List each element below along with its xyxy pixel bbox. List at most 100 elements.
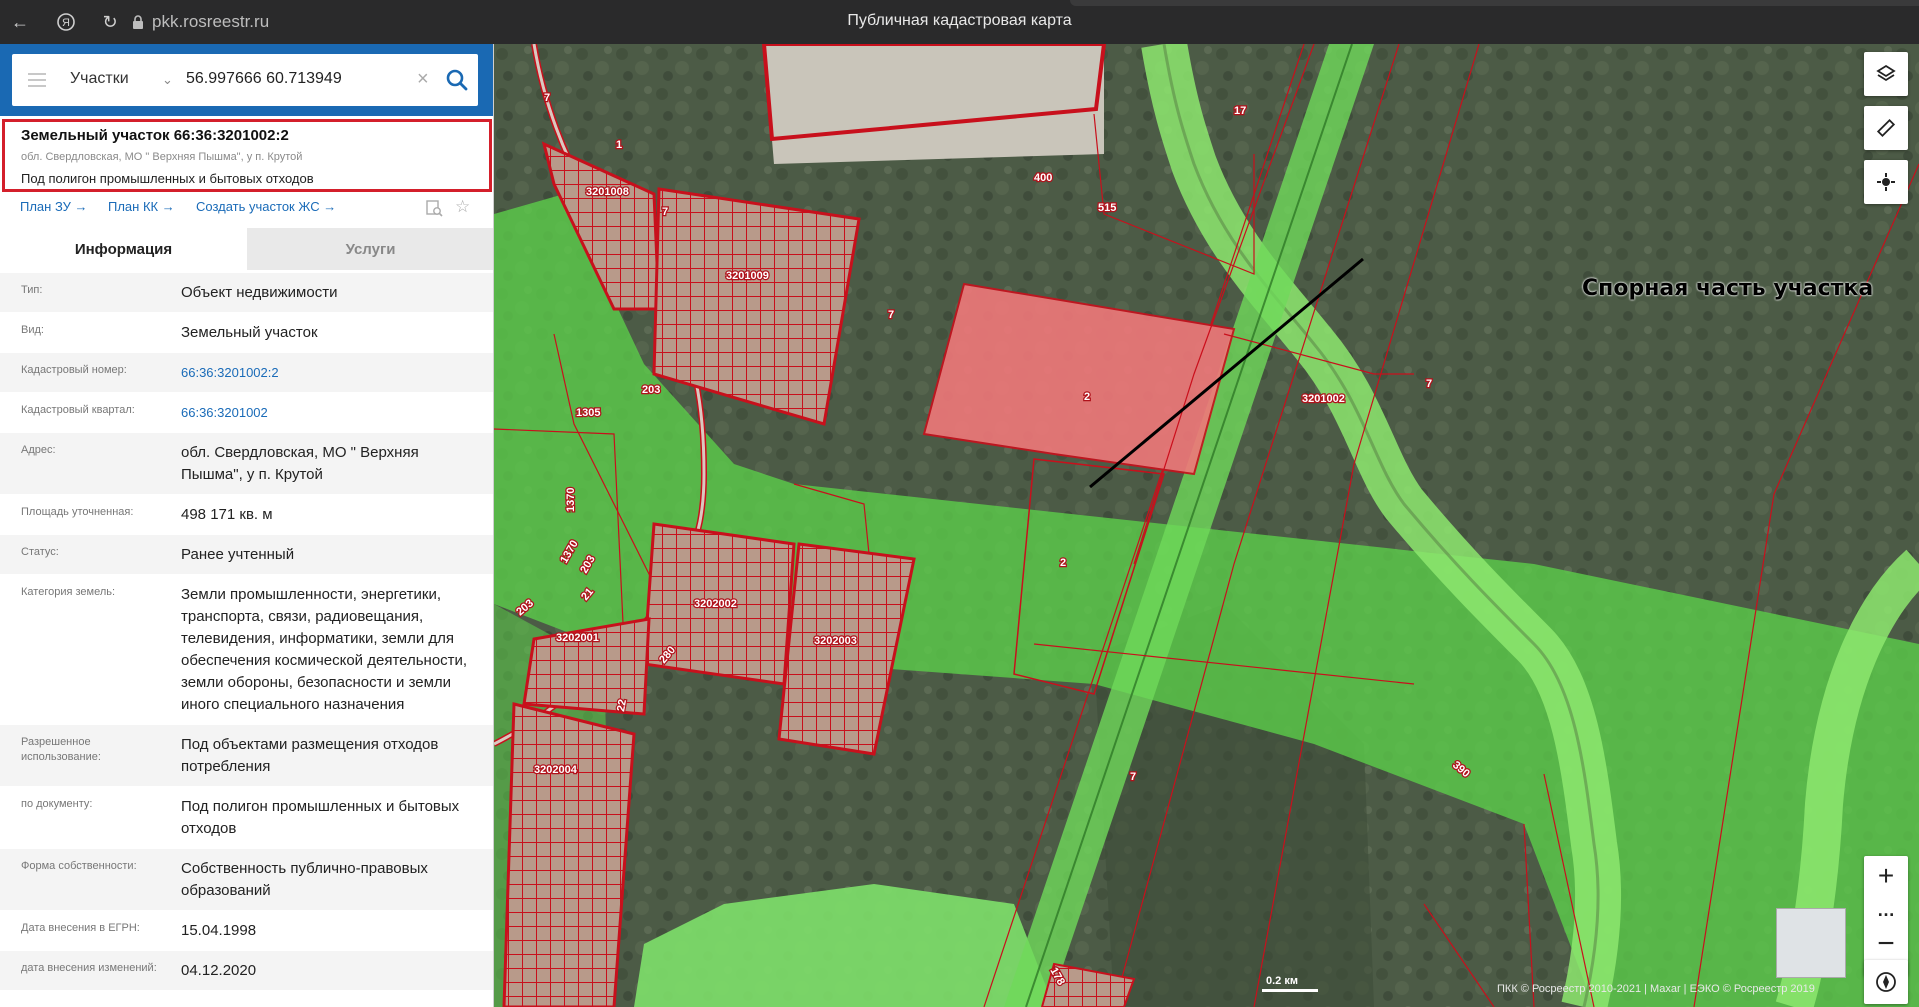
star-icon[interactable]: ☆ [455, 197, 470, 217]
map-label: 1370 [565, 488, 577, 512]
map-label: 3202001 [556, 632, 599, 644]
overview-minimap[interactable] [1776, 908, 1846, 978]
more-icon[interactable]: … [1864, 896, 1908, 924]
address-bar[interactable]: pkk.rosreestr.ru [132, 10, 269, 34]
menu-icon[interactable] [28, 73, 46, 87]
create-zhs-link[interactable]: Создать участок ЖС → [196, 199, 336, 214]
info-row-value: Земельный участок [181, 324, 318, 341]
map-label: 2 [1084, 391, 1090, 403]
info-row-link[interactable]: 66:36:3201002 [160, 393, 493, 432]
info-row: Статус: Ранее учтенный [0, 534, 493, 574]
ruler-button[interactable] [1864, 106, 1908, 150]
info-row-value: обл. Свердловская, МО " Верхняя Пышма", … [181, 444, 419, 483]
map-label: 1305 [576, 407, 600, 419]
info-row: Адрес: обл. Свердловская, МО " Верхняя Пы… [0, 432, 493, 494]
info-row-link[interactable]: 66:36:3201002:2 [160, 353, 493, 392]
compass-icon [1876, 972, 1896, 992]
layers-button[interactable] [1864, 52, 1908, 96]
search-box: Участки ⌄ 56.997666 60.713949 × [12, 54, 478, 106]
zoom-out-button[interactable]: − [1864, 924, 1908, 964]
locate-button[interactable] [1864, 160, 1908, 204]
map-label: 515 [1098, 202, 1116, 214]
parcel-summary-card[interactable]: Земельный участок 66:36:3201002:2 обл. С… [2, 119, 492, 192]
clear-icon[interactable]: × [417, 68, 429, 91]
info-row-label: по документу: [21, 798, 93, 810]
tab-info[interactable]: Информация [0, 228, 247, 270]
yandex-icon[interactable]: Я [52, 8, 80, 36]
info-row-value: Объект недвижимости [181, 284, 338, 301]
info-row-label: Кадастровый квартал: [21, 404, 135, 416]
search-input[interactable]: 56.997666 60.713949 [186, 70, 342, 88]
info-row-label: Тип: [21, 284, 43, 296]
map-label: 7 [1130, 771, 1136, 783]
info-row-value: Под полигон промышленных и бытовых отход… [181, 798, 460, 837]
info-row: Площадь уточненная: 498 171 кв. м [0, 494, 493, 534]
plan-kk-label: План КК [108, 199, 159, 214]
create-zhs-label: Создать участок ЖС [196, 199, 320, 214]
info-row: Тип: Объект недвижимости [0, 272, 493, 312]
info-row: Разрешенное использование: Под объектами … [0, 724, 493, 786]
map-canvas[interactable]: 7 1 3201008 7 3201009 400 515 17 7 203 1… [494, 44, 1919, 1007]
info-row-label: Статус: [21, 546, 59, 558]
info-row: дата внесения изменений: 04.12.2020 [0, 950, 493, 990]
map-label: 2 [1060, 557, 1066, 569]
map-label: 7 [662, 206, 668, 218]
search-icon[interactable] [444, 67, 470, 93]
parcel-title: Земельный участок 66:36:3201002:2 [21, 127, 289, 144]
map-label: 1 [616, 139, 622, 151]
info-row: Кадастровый номер: 66:36:3201002:2 [0, 352, 493, 392]
map-label: 3202004 [534, 764, 578, 776]
info-row-label: дата внесения изменений: [21, 962, 157, 974]
info-row: Форма собственности: Собственность публич… [0, 848, 493, 910]
disputed-area-annotation: Спорная часть участка [1582, 276, 1874, 301]
map-label: 7 [1426, 378, 1432, 390]
info-row: Категория земель: Земли промышленности, э… [0, 574, 493, 724]
back-icon[interactable]: ← [6, 8, 34, 36]
layers-icon [1876, 64, 1896, 82]
map-label: 22 [615, 698, 629, 712]
search-document-icon[interactable] [425, 199, 443, 217]
plan-zu-label: План ЗУ [20, 199, 71, 214]
map-label: 7 [544, 92, 550, 104]
lock-icon [133, 15, 143, 29]
map-label: 17 [1234, 105, 1246, 117]
info-row-label: Разрешенное использование: [21, 736, 101, 763]
copyright-text: ПКК © Росреестр 2010-2021 | Maxar | ЕЭКО… [1497, 983, 1815, 995]
info-row: Дата внесения в ЕГРН: 15.04.1998 [0, 910, 493, 950]
info-row-value: 498 171 кв. м [181, 506, 273, 523]
page-title: Публичная кадастровая карта [847, 12, 1072, 29]
scale-bar [1262, 989, 1318, 992]
map-view[interactable]: 7 1 3201008 7 3201009 400 515 17 7 203 1… [494, 44, 1919, 1007]
map-label: 3201009 [726, 270, 769, 282]
search-type-select[interactable]: Участки [70, 70, 129, 88]
info-row-label: Вид: [21, 324, 44, 336]
search-header: Участки ⌄ 56.997666 60.713949 × [0, 44, 493, 116]
tab-services[interactable]: Услуги [247, 228, 493, 270]
url-text: pkk.rosreestr.ru [152, 12, 270, 31]
plan-kk-link[interactable]: План КК → [108, 199, 175, 214]
map-label: 3201002 [1302, 393, 1345, 405]
browser-toolbar: ← Я ↻ pkk.rosreestr.ru Публичная кадастр… [0, 0, 1919, 44]
parcel-address: обл. Свердловская, МО " Верхняя Пышма", … [21, 151, 303, 163]
info-row: по документу: Под полигон промышленных и … [0, 786, 493, 848]
map-label: 7 [888, 309, 894, 321]
map-label: 203 [642, 384, 660, 396]
info-row-value: Ранее учтенный [181, 546, 295, 563]
zoom-controls: + … − [1864, 856, 1908, 976]
info-table: Тип: Объект недвижимости Вид: Земельный уча… [0, 272, 493, 990]
parcel-purpose: Под полигон промышленных и бытовых отход… [21, 171, 314, 186]
parcel-links: План ЗУ → План КК → Создать участок ЖС →… [20, 197, 480, 219]
info-row-label: Дата внесения в ЕГРН: [21, 922, 140, 934]
compass-button[interactable] [1864, 960, 1908, 1004]
ruler-icon [1876, 118, 1896, 138]
info-row-value: Собственность публично-правовых образова… [181, 860, 428, 899]
info-row-label: Площадь уточненная: [21, 506, 134, 518]
plan-zu-link[interactable]: План ЗУ → [20, 199, 88, 214]
map-label: 3201008 [586, 186, 629, 198]
chevron-down-icon[interactable]: ⌄ [162, 72, 173, 88]
zoom-in-button[interactable]: + [1864, 856, 1908, 896]
reload-icon[interactable]: ↻ [96, 8, 124, 36]
scale-label: 0.2 км [1266, 975, 1298, 987]
info-sidebar: Участки ⌄ 56.997666 60.713949 × Земельны… [0, 44, 494, 1007]
info-row: Вид: Земельный участок [0, 312, 493, 352]
